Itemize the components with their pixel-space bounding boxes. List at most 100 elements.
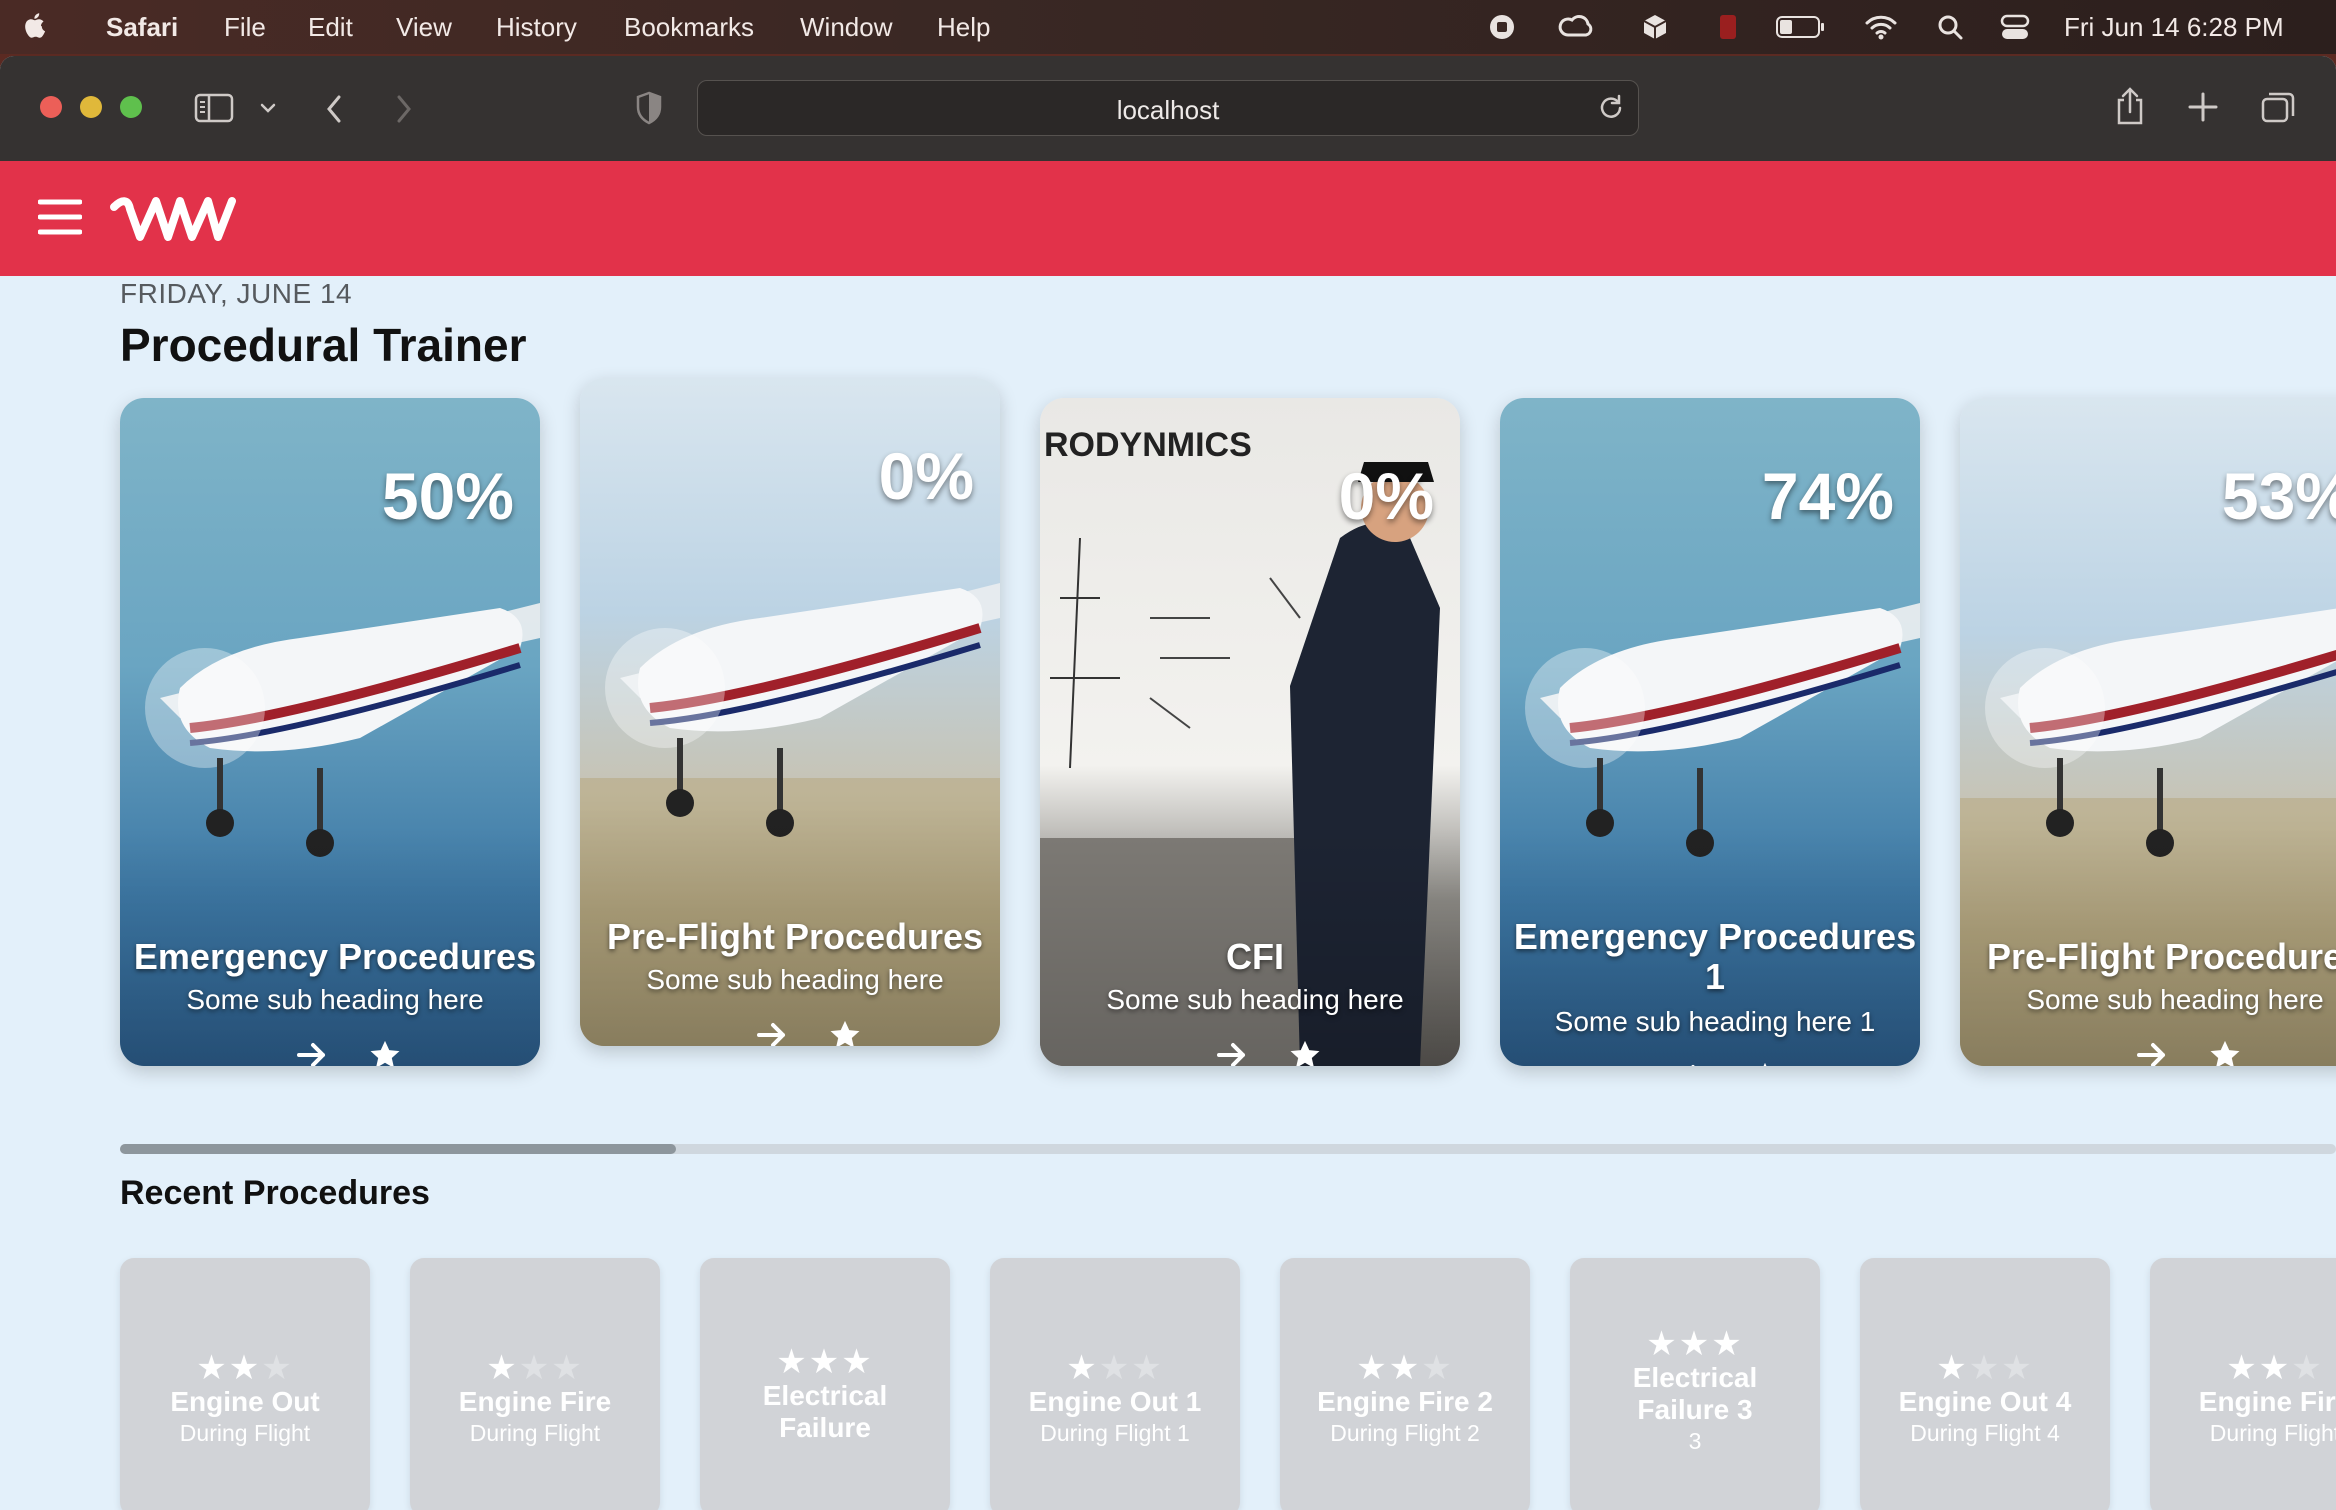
screen-record-icon[interactable]: [1488, 13, 1516, 41]
card-title: Pre-Flight Procedures: [606, 916, 984, 957]
package-icon[interactable]: [1640, 13, 1670, 41]
menu-app-name[interactable]: Safari: [106, 12, 178, 43]
rating-star-icon: ★: [1646, 1325, 1679, 1363]
rating-star-icon: ★: [1066, 1349, 1099, 1387]
forward-icon[interactable]: [392, 92, 416, 126]
rating-star-icon: ★: [261, 1349, 294, 1387]
procedure-card[interactable]: RODYNMICS 0% CFI Some sub heading here: [1040, 398, 1460, 1066]
hamburger-menu-icon[interactable]: [38, 197, 82, 237]
rating-star-icon: ★: [776, 1343, 809, 1381]
control-center-icon[interactable]: [2000, 13, 2030, 41]
procedure-card[interactable]: 53% Pre-Flight Procedures Some sub heading…: [1960, 398, 2336, 1066]
menu-bookmarks[interactable]: Bookmarks: [624, 12, 754, 43]
star-icon[interactable]: [1748, 1060, 1782, 1066]
tile-title: Engine Out 1: [1028, 1386, 1202, 1417]
spotlight-search-icon[interactable]: [1936, 13, 1964, 41]
recent-procedure-tile[interactable]: ★★★ Engine Fire During Flight: [2150, 1258, 2336, 1510]
tile-title: Electrical: [1632, 1362, 1758, 1393]
arrow-right-icon[interactable]: [296, 1040, 328, 1066]
tile-subtitle: During Flight 2: [1330, 1420, 1480, 1446]
macos-menu-bar: Safari File Edit View History Bookmarks …: [0, 0, 2336, 54]
wifi-icon[interactable]: [1864, 13, 1898, 41]
recent-procedure-tile[interactable]: ★★★ Engine Out 4 During Flight 4: [1860, 1258, 2110, 1510]
battery-icon[interactable]: [1776, 13, 1826, 41]
card-subtitle: Some sub heading here: [186, 984, 484, 1015]
rating-star-icon: ★: [1936, 1349, 1969, 1387]
rating-star-icon: ★: [1711, 1325, 1744, 1363]
arrow-right-icon[interactable]: [756, 1020, 788, 1046]
close-window-button[interactable]: [40, 96, 62, 118]
tab-overview-icon[interactable]: [2260, 90, 2296, 124]
rating-star-icon: ★: [841, 1343, 874, 1381]
rating-star-icon: ★: [228, 1349, 262, 1387]
rating-star-icon: ★: [1356, 1349, 1389, 1387]
progress-percent: 50%: [381, 459, 514, 533]
star-rating: ★★★: [1280, 1348, 1530, 1388]
arrow-right-icon[interactable]: [2136, 1040, 2168, 1066]
arrow-right-icon[interactable]: [1216, 1040, 1248, 1066]
procedure-card[interactable]: 0% Pre-Flight Procedures Some sub heading …: [580, 378, 1000, 1046]
tile-subtitle: 3: [1688, 1428, 1702, 1454]
recent-procedure-tile[interactable]: ★★★ Engine Out 1 During Flight 1: [990, 1258, 1240, 1510]
rating-star-icon: ★: [196, 1349, 229, 1387]
tile-subtitle: During Flight: [469, 1420, 601, 1446]
app-logo[interactable]: [110, 191, 236, 247]
star-rating: ★★★: [1570, 1324, 1820, 1364]
apple-logo-icon[interactable]: [24, 10, 48, 40]
menu-help[interactable]: Help: [937, 12, 990, 43]
rating-star-icon: ★: [2001, 1349, 2034, 1387]
recent-procedure-tile[interactable]: ★★★ Engine Fire During Flight: [410, 1258, 660, 1510]
tile-title: Engine Fire 2: [1317, 1386, 1493, 1417]
minimize-window-button[interactable]: [80, 96, 102, 118]
rating-star-icon: ★: [1968, 1349, 2002, 1387]
address-bar[interactable]: localhost: [697, 80, 1639, 136]
card-title: Emergency Procedures: [133, 936, 537, 977]
url-text: localhost: [1116, 95, 1220, 125]
recent-procedure-tile[interactable]: ★★★ Engine Out During Flight: [120, 1258, 370, 1510]
star-icon[interactable]: [1288, 1038, 1322, 1066]
recent-procedure-tile[interactable]: ★★★ Engine Fire 2 During Flight 2: [1280, 1258, 1530, 1510]
star-icon[interactable]: [828, 1018, 862, 1046]
progress-percent: 0%: [878, 439, 974, 513]
app-status-icon[interactable]: [1716, 13, 1740, 41]
star-icon[interactable]: [2208, 1038, 2242, 1066]
chevron-down-icon[interactable]: [258, 100, 278, 116]
reload-icon[interactable]: [1598, 94, 1624, 120]
browser-toolbar: localhost: [0, 56, 2336, 162]
rating-star-icon: ★: [2258, 1349, 2292, 1387]
carousel-scrollbar-thumb[interactable]: [120, 1144, 676, 1154]
star-rating: ★★★: [2150, 1348, 2336, 1388]
browser-window: localhost FRIDAY, JUNE 14 Procedural Tra…: [0, 56, 2336, 1510]
card-title: Pre-Flight Procedures: [1986, 936, 2336, 977]
rating-star-icon: ★: [1388, 1349, 1422, 1387]
menu-history[interactable]: History: [496, 12, 577, 43]
svg-text:RODYNMICS: RODYNMICS: [1044, 426, 1252, 464]
new-tab-icon[interactable]: [2188, 92, 2218, 122]
creative-cloud-icon[interactable]: [1556, 13, 1598, 41]
sidebar-toggle-icon[interactable]: [194, 92, 234, 124]
rating-star-icon: ★: [486, 1349, 519, 1387]
card-subtitle: Some sub heading here: [2026, 984, 2324, 1015]
procedure-card[interactable]: 74% Emergency Procedures 1 Some sub heading…: [1500, 398, 1920, 1066]
recent-procedure-tile[interactable]: ★★★ Electrical Failure 33: [1570, 1258, 1820, 1510]
share-icon[interactable]: [2114, 86, 2146, 126]
star-icon[interactable]: [368, 1038, 402, 1066]
menu-file[interactable]: File: [224, 12, 266, 43]
recent-procedures-heading: Recent Procedures: [120, 1174, 430, 1212]
rating-star-icon: ★: [1098, 1349, 1132, 1387]
recent-procedure-tile[interactable]: ★★★ Electrical Failure: [700, 1258, 950, 1510]
card-title: CFI: [1226, 936, 1284, 977]
menu-window[interactable]: Window: [800, 12, 892, 43]
procedure-card[interactable]: 50% Emergency Procedures Some sub heading …: [120, 398, 540, 1066]
privacy-shield-icon[interactable]: [634, 90, 664, 126]
tile-title: Engine Out: [170, 1386, 320, 1417]
card-title-line2: 1: [1704, 956, 1726, 997]
zoom-window-button[interactable]: [120, 96, 142, 118]
menu-view[interactable]: View: [396, 12, 452, 43]
back-icon[interactable]: [322, 92, 346, 126]
menu-clock[interactable]: Fri Jun 14 6:28 PM: [2064, 12, 2284, 43]
arrow-right-icon[interactable]: [1676, 1062, 1708, 1066]
menu-edit[interactable]: Edit: [308, 12, 353, 43]
star-rating: ★★★: [410, 1348, 660, 1388]
star-rating: ★★★: [1860, 1348, 2110, 1388]
